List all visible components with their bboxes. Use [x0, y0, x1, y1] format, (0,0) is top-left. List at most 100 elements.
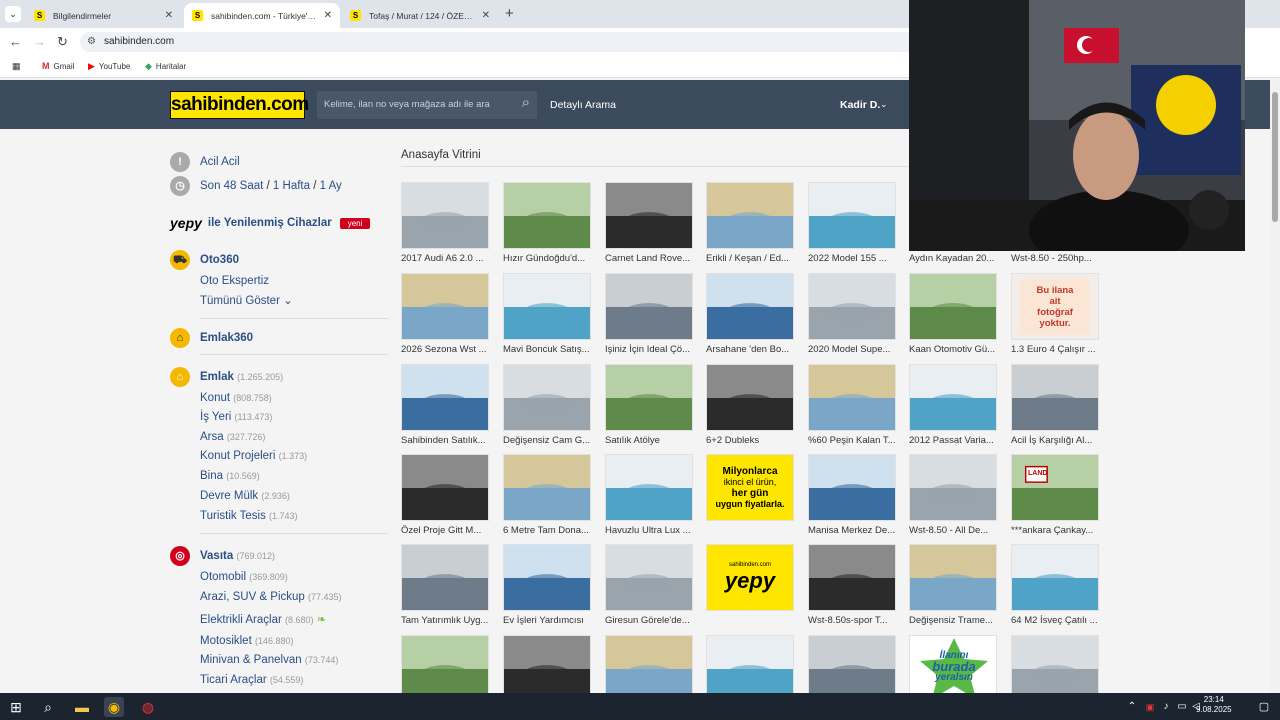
listing-title[interactable]: Manisa Merkez De...: [808, 525, 898, 536]
reload-icon[interactable]: ↻: [57, 34, 68, 50]
listing-card[interactable]: %60 Peşin Kalan T...: [808, 364, 898, 446]
listing-thumbnail[interactable]: [706, 182, 794, 249]
tab-search-chevron-icon[interactable]: ⌄: [5, 6, 21, 22]
listing-thumbnail[interactable]: sahibinden.com yepy: [706, 544, 794, 611]
listing-title[interactable]: Erikli / Keşan / Ed...: [706, 253, 796, 264]
listing-card[interactable]: 2017 Audi A6 2.0 ...: [401, 182, 491, 264]
listing-title[interactable]: %60 Peşin Kalan T...: [808, 435, 898, 446]
listing-thumbnail[interactable]: [706, 635, 794, 702]
listing-thumbnail[interactable]: [706, 364, 794, 431]
vasita-category[interactable]: ◎ Vasıta (769.012): [170, 546, 275, 566]
listing-thumbnail[interactable]: [503, 454, 591, 521]
detailed-search-link[interactable]: Detaylı Arama: [550, 99, 616, 111]
listing-thumbnail[interactable]: [1011, 544, 1099, 611]
listing-thumbnail[interactable]: [401, 273, 489, 340]
listing-thumbnail[interactable]: [808, 635, 896, 702]
listing-thumbnail[interactable]: Milyonlarca ikinci el ürün, her gün uygun f…: [706, 454, 794, 521]
listing-thumbnail[interactable]: [401, 544, 489, 611]
sidebar-item-bina[interactable]: Bina (10.569): [200, 470, 260, 482]
chevron-up-icon[interactable]: ⌃: [1122, 697, 1142, 717]
listing-thumbnail[interactable]: [808, 182, 896, 249]
search-icon[interactable]: ⌕: [522, 94, 530, 111]
show-all-link[interactable]: Tümünü Göster ⌄: [200, 293, 293, 307]
emlak-category[interactable]: ⌂ Emlak (1.265.205): [170, 367, 283, 387]
sidebar-item-konut-projeleri[interactable]: Konut Projeleri (1.373): [200, 450, 307, 462]
listing-card[interactable]: Özel Proje Gitt M...: [401, 454, 491, 536]
listing-thumbnail[interactable]: [1011, 635, 1099, 702]
forward-arrow-icon[interactable]: →: [33, 34, 46, 49]
browser-tab-1[interactable]: S Bilgilendirmeler ✕: [26, 3, 181, 28]
listing-thumbnail[interactable]: [909, 273, 997, 340]
close-tab-icon[interactable]: ✕: [324, 10, 332, 21]
new-tab-plus-icon[interactable]: +: [505, 5, 514, 22]
listing-thumbnail[interactable]: [605, 182, 693, 249]
listing-title[interactable]: 2026 Sezona Wst ...: [401, 344, 491, 355]
bookmark-youtube[interactable]: ▶ YouTube: [88, 61, 130, 72]
apps-grid-icon[interactable]: ▦: [12, 61, 21, 72]
listing-card[interactable]: Carnet Land Rove...: [605, 182, 695, 264]
listing-title[interactable]: Kaan Otomotiv Gü...: [909, 344, 999, 355]
sidebar-item-devre-mulk[interactable]: Devre Mülk (2.936): [200, 490, 290, 502]
oto-expertiz-link[interactable]: Oto Ekspertiz: [200, 275, 269, 287]
listing-title[interactable]: Ev İşleri Yardımcısı: [503, 615, 593, 626]
urgent-link[interactable]: ! Acil Acil: [170, 152, 240, 172]
sidebar-item-ticari[interactable]: Ticari Araçlar (54.559): [200, 674, 303, 686]
listing-title[interactable]: Wst-8.50 - All De...: [909, 525, 999, 536]
listing-thumbnail[interactable]: [605, 544, 693, 611]
listing-thumbnail[interactable]: [909, 454, 997, 521]
sidebar-item-arazi-suv[interactable]: Arazi, SUV & Pickup (77.435): [200, 591, 342, 603]
sidebar-item-konut[interactable]: Konut (808.758): [200, 392, 272, 404]
recent-week-link[interactable]: 1 Hafta: [273, 180, 310, 192]
listing-card[interactable]: Manisa Merkez De...: [808, 454, 898, 536]
listing-title[interactable]: Acil İş Karşılığı Al...: [1011, 435, 1101, 446]
sidebar-item-elektrikli[interactable]: Elektrikli Araçlar (8.680) ❧: [200, 612, 326, 626]
listing-card[interactable]: Kaan Otomotiv Gü...: [909, 273, 999, 355]
listing-thumbnail[interactable]: [808, 454, 896, 521]
yepy-link[interactable]: yepy ile Yenilenmiş Cihazlar yeni: [170, 215, 371, 231]
listing-card[interactable]: 2022 Model 155 ...: [808, 182, 898, 264]
browser-tab-2[interactable]: S sahibinden.com - Türkiye'nin Online ✕: [184, 3, 340, 28]
listing-card[interactable]: Wst-8.50s-spor T...: [808, 544, 898, 626]
listing-card[interactable]: 6+2 Dubleks: [706, 364, 796, 446]
site-logo[interactable]: sahibinden.com: [170, 91, 309, 119]
bookmark-maps[interactable]: ◆ Haritalar: [145, 61, 186, 72]
sidebar-item-otomobil[interactable]: Otomobil (369.809): [200, 571, 288, 583]
listing-title[interactable]: Wst-8.50s-spor T...: [808, 615, 898, 626]
listing-title[interactable]: 2020 Model Supe...: [808, 344, 898, 355]
oto360-link[interactable]: ⛟ Oto360: [170, 250, 239, 270]
listing-thumbnail[interactable]: [503, 364, 591, 431]
listing-card[interactable]: Değişensiz Cam G...: [503, 364, 593, 446]
listing-title[interactable]: 2017 Audi A6 2.0 ...: [401, 253, 491, 264]
listing-card[interactable]: Değişensiz Trame...: [909, 544, 999, 626]
listing-thumbnail[interactable]: [909, 544, 997, 611]
listing-thumbnail[interactable]: [401, 454, 489, 521]
listing-title[interactable]: Aydın Kayadan 20...: [909, 253, 999, 264]
listing-thumbnail[interactable]: [808, 273, 896, 340]
listing-card[interactable]: Wst-8.50 - All De...: [909, 454, 999, 536]
site-info-icon[interactable]: ⚙: [87, 32, 96, 52]
listing-thumbnail[interactable]: [401, 364, 489, 431]
listing-thumbnail[interactable]: [401, 635, 489, 702]
listing-card[interactable]: Milyonlarca ikinci el ürün, her gün uygun f…: [706, 454, 796, 534]
page-scrollbar[interactable]: [1270, 80, 1280, 693]
listing-card[interactable]: Havuzlu Ultra Lux ...: [605, 454, 695, 536]
listing-card[interactable]: Ev İşleri Yardımcısı: [503, 544, 593, 626]
listing-title[interactable]: Hızır Gündoğdu'd...: [503, 253, 593, 264]
listing-title[interactable]: Carnet Land Rove...: [605, 253, 695, 264]
scrollbar-thumb[interactable]: [1272, 92, 1278, 222]
listing-card[interactable]: 2026 Sezona Wst ...: [401, 273, 491, 355]
listing-card[interactable]: 2020 Model Supe...: [808, 273, 898, 355]
listing-title[interactable]: 2012 Passat Varia...: [909, 435, 999, 446]
listing-card[interactable]: LAND ***ankara Çankay...: [1011, 454, 1101, 536]
chrome-icon[interactable]: ◉: [104, 697, 124, 717]
emlak360-link[interactable]: ⌂ Emlak360: [170, 328, 253, 348]
listing-card[interactable]: 64 M2 İsveç Çatılı ...: [1011, 544, 1101, 626]
browser-tab-3[interactable]: S Tofaş / Murat / 124 / ÖZEL PROJE ✕: [342, 3, 498, 28]
listing-card[interactable]: Acil İş Karşılığı Al...: [1011, 364, 1101, 446]
recent-48h-link[interactable]: Son 48 Saat: [200, 180, 263, 192]
listing-thumbnail[interactable]: LAND: [1011, 454, 1099, 521]
listing-title[interactable]: 6+2 Dubleks: [706, 435, 796, 446]
listing-title[interactable]: Giresun Görele'de...: [605, 615, 695, 626]
sidebar-item-isyeri[interactable]: İş Yeri (113.473): [200, 411, 272, 423]
bookmark-gmail[interactable]: M Gmail: [42, 61, 74, 71]
